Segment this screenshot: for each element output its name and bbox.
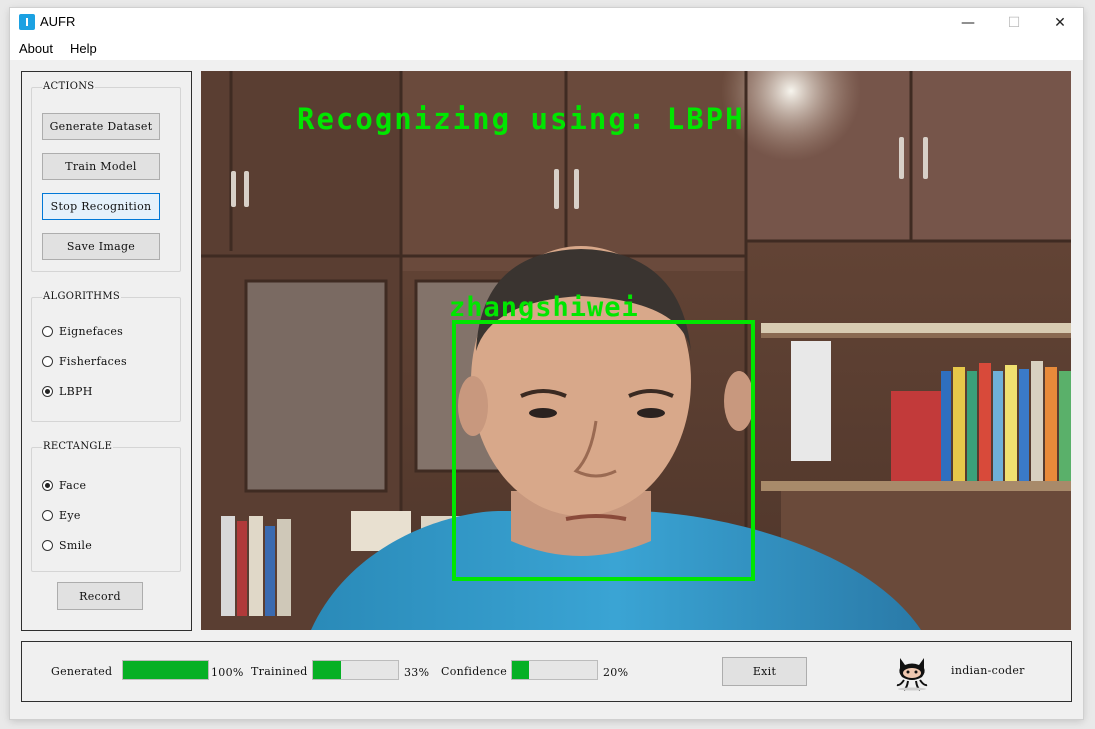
radio-lbph[interactable]: LBPH <box>42 385 93 398</box>
radio-fisherfaces-label: Fisherfaces <box>59 355 127 368</box>
generated-label: Generated <box>51 665 113 678</box>
minimize-icon: — <box>961 15 975 31</box>
app-window: AUFR — ☐ ✕ About Help ACTIONS Generate D… <box>10 8 1083 719</box>
github-octocat-icon[interactable] <box>892 652 932 692</box>
train-model-button[interactable]: Train Model <box>42 153 160 180</box>
recognition-overlay-text: Recognizing using: LBPH <box>297 102 745 136</box>
camera-feed: Recognizing using: LBPH zhangshiwei <box>201 71 1071 630</box>
minimize-button[interactable]: — <box>945 8 991 38</box>
generated-percent: 100% <box>211 666 244 679</box>
close-icon: ✕ <box>1054 15 1066 31</box>
radio-eigenfaces[interactable]: Eignefaces <box>42 325 123 338</box>
generated-progress-fill <box>123 661 208 679</box>
window-title: AUFR <box>40 14 76 29</box>
app-icon <box>19 14 35 30</box>
menu-about[interactable]: About <box>19 41 53 56</box>
confidence-progress-bar <box>511 660 598 680</box>
radio-smile-label: Smile <box>59 539 93 552</box>
close-button[interactable]: ✕ <box>1037 8 1083 38</box>
status-panel: Generated 100% Trainined 33% Confidence … <box>21 641 1072 702</box>
radio-eye-indicator <box>42 510 53 521</box>
radio-eigenfaces-label: Eignefaces <box>59 325 124 338</box>
menu-help[interactable]: Help <box>70 41 97 56</box>
radio-face[interactable]: Face <box>42 479 86 492</box>
author-name: indian-coder <box>951 664 1025 677</box>
exit-button[interactable]: Exit <box>722 657 807 686</box>
maximize-button[interactable]: ☐ <box>991 8 1037 38</box>
radio-smile[interactable]: Smile <box>42 539 92 552</box>
radio-fisherfaces[interactable]: Fisherfaces <box>42 355 127 368</box>
radio-face-label: Face <box>59 479 87 492</box>
radio-lbph-indicator <box>42 386 53 397</box>
radio-eigenfaces-indicator <box>42 326 53 337</box>
save-image-button[interactable]: Save Image <box>42 233 160 260</box>
stop-recognition-button[interactable]: Stop Recognition <box>42 193 160 220</box>
actions-group-title: ACTIONS <box>42 81 96 92</box>
rectangle-group-title: RECTANGLE <box>42 441 114 452</box>
trained-progress-fill <box>313 661 342 679</box>
camera-image: Recognizing using: LBPH zhangshiwei <box>201 71 1071 630</box>
radio-fisherfaces-indicator <box>42 356 53 367</box>
trained-percent: 33% <box>404 666 430 679</box>
radio-face-indicator <box>42 480 53 491</box>
actions-group: ACTIONS Generate Dataset Train Model Sto… <box>31 81 181 272</box>
confidence-percent: 20% <box>603 666 629 679</box>
maximize-icon: ☐ <box>1007 15 1021 31</box>
confidence-label: Confidence <box>441 665 508 678</box>
menu-bar: About Help <box>10 38 1083 60</box>
radio-eye[interactable]: Eye <box>42 509 81 522</box>
face-name-label: zhangshiwei <box>449 292 639 323</box>
record-button[interactable]: Record <box>57 582 143 610</box>
generated-progress-bar <box>122 660 209 680</box>
confidence-progress-fill <box>512 661 529 679</box>
title-bar: AUFR — ☐ ✕ <box>10 8 1083 38</box>
radio-smile-indicator <box>42 540 53 551</box>
radio-eye-label: Eye <box>59 509 81 522</box>
control-panel: ACTIONS Generate Dataset Train Model Sto… <box>21 71 192 631</box>
radio-lbph-label: LBPH <box>59 385 93 398</box>
algorithms-group: ALGORITHMS Eignefaces Fisherfaces LBPH <box>31 291 181 422</box>
trained-label: Trainined <box>251 665 308 678</box>
trained-progress-bar <box>312 660 399 680</box>
algorithms-group-title: ALGORITHMS <box>42 291 122 302</box>
generate-dataset-button[interactable]: Generate Dataset <box>42 113 160 140</box>
rectangle-group: RECTANGLE Face Eye Smile <box>31 441 181 572</box>
